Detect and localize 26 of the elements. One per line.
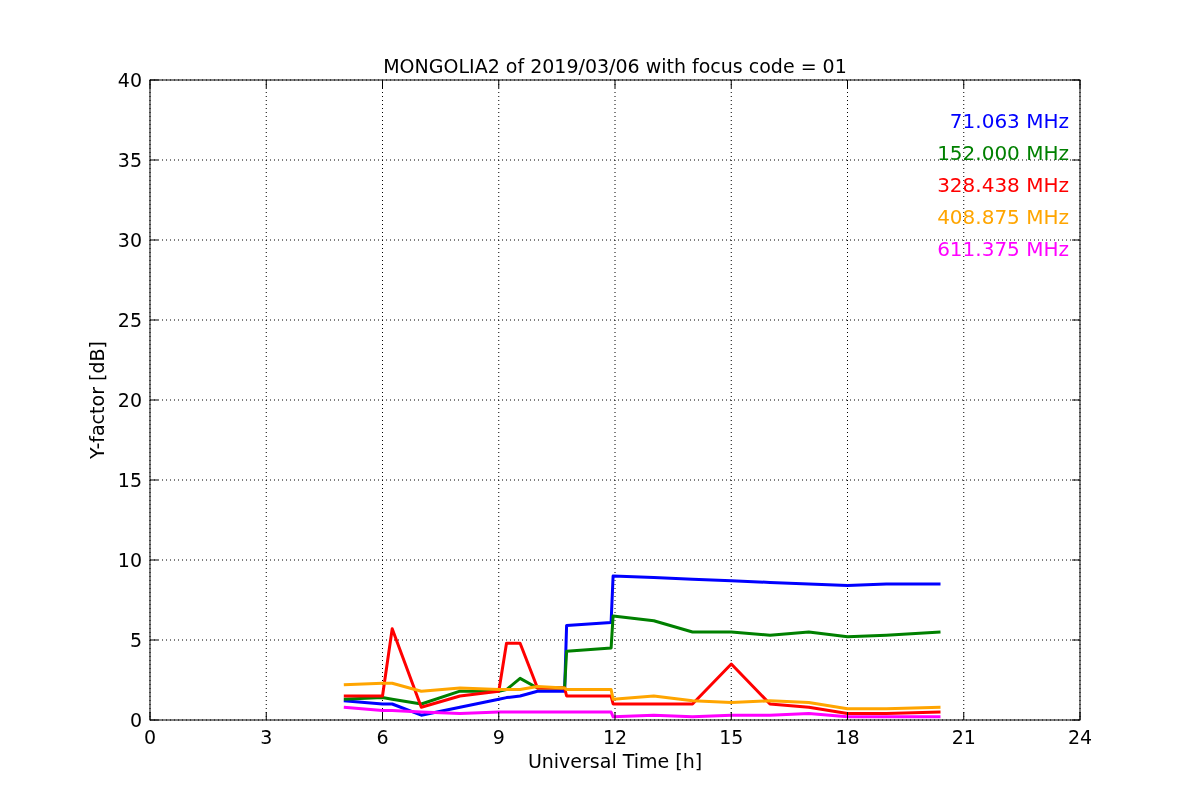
tick-label: 20 — [117, 389, 142, 411]
tick-label: 18 — [835, 726, 860, 748]
y-axis-label: Y-factor [dB] — [86, 341, 108, 459]
tick-label: 15 — [117, 469, 142, 491]
tick-label: 25 — [117, 309, 142, 331]
legend-label: 408.875 MHz — [937, 205, 1069, 229]
legend-label: 611.375 MHz — [937, 237, 1069, 261]
x-axis-label: Universal Time [h] — [527, 750, 703, 772]
tick-label: 0 — [129, 709, 142, 731]
tick-label: 9 — [492, 726, 505, 748]
tick-label: 0 — [143, 726, 157, 748]
tick-label: 3 — [260, 726, 273, 748]
chart-title: MONGOLIA2 of 2019/03/06 with focus code = 01 — [383, 55, 847, 77]
legend-label: 152.000 MHz — [937, 141, 1069, 165]
tick-label: 6 — [376, 726, 389, 748]
tick-label: 10 — [117, 549, 142, 571]
tick-label: 40 — [117, 69, 142, 91]
tick-label: 24 — [1067, 726, 1093, 748]
legend-label: 328.438 MHz — [937, 173, 1069, 197]
tick-label: 15 — [719, 726, 744, 748]
legend-label: 71.063 MHz — [949, 109, 1069, 133]
tick-label: 30 — [117, 229, 142, 251]
tick-label: 12 — [602, 726, 628, 748]
tick-label: 5 — [129, 629, 142, 651]
tick-label: 21 — [951, 726, 976, 748]
tick-label: 35 — [117, 149, 142, 171]
